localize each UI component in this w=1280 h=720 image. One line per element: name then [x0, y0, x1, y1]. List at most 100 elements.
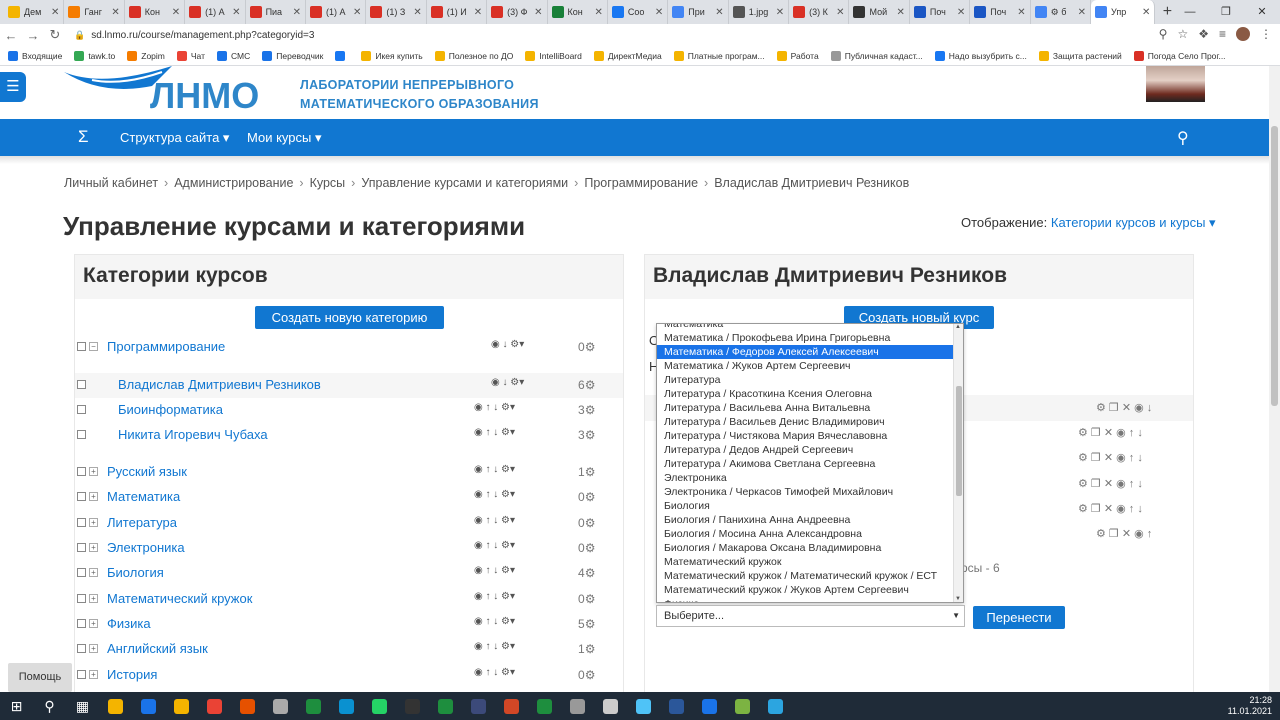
minimize-icon[interactable]: — — [1172, 0, 1208, 24]
category-name[interactable]: Математика — [107, 489, 180, 504]
bookmark-item[interactable]: СМС — [216, 50, 250, 61]
browser-tab[interactable]: Поч ✕ — [910, 0, 971, 24]
category-name[interactable]: История — [107, 667, 157, 682]
expand-toggle-icon[interactable]: + — [89, 670, 98, 679]
bookmark-item[interactable] — [335, 50, 349, 61]
category-checkbox[interactable] — [77, 594, 86, 603]
category-row[interactable]: + Русский язык ◉ ↑ ↓ ⚙▾ 1⚙ — [75, 460, 623, 485]
bookmark-item[interactable]: Погода Село Прог... — [1133, 50, 1226, 61]
tab-close-icon[interactable]: ✕ — [111, 7, 119, 18]
category-row[interactable]: + Математика ◉ ↑ ↓ ⚙▾ 0⚙ — [75, 485, 623, 510]
user-photo[interactable] — [1146, 66, 1205, 102]
browser-tab[interactable]: Кон ✕ — [125, 0, 186, 24]
taskbar-app-icon[interactable] — [726, 692, 759, 720]
category-actions[interactable]: ◉ ↑ ↓ ⚙▾ — [474, 489, 515, 500]
taskbar-app-icon[interactable] — [594, 692, 627, 720]
category-row[interactable]: + Литература ◉ ↑ ↓ ⚙▾ 0⚙ — [75, 511, 623, 536]
scroll-down-icon[interactable]: ▼ — [955, 596, 961, 602]
bookmark-item[interactable]: Публичная кадаст... — [830, 50, 923, 61]
tab-close-icon[interactable]: ✕ — [474, 7, 482, 18]
maximize-icon[interactable]: ❐ — [1208, 0, 1244, 24]
taskbar-app-icon[interactable] — [396, 692, 429, 720]
taskbar-app-icon[interactable] — [231, 692, 264, 720]
category-name[interactable]: Владислав Дмитриевич Резников — [118, 377, 321, 392]
breadcrumb-item[interactable]: Владислав Дмитриевич Резников — [714, 176, 909, 190]
course-row-actions[interactable]: ⚙ ❐ ✕ ◉ ↑ ↓ — [1078, 426, 1143, 439]
category-actions[interactable]: ◉ ↑ ↓ ⚙▾ — [474, 427, 515, 438]
category-checkbox[interactable] — [77, 619, 86, 628]
forward-icon[interactable]: → — [22, 28, 44, 43]
breadcrumb-item[interactable]: Личный кабинет — [64, 176, 158, 190]
category-actions[interactable]: ◉ ↑ ↓ ⚙▾ — [474, 641, 515, 652]
dropdown-option[interactable]: Биология / Мосина Анна Александровна — [657, 527, 954, 541]
taskbar-app-icon[interactable] — [495, 692, 528, 720]
browser-tab[interactable]: Ганг ✕ — [64, 0, 125, 24]
bookmark-item[interactable]: Входящие — [8, 50, 62, 61]
tab-close-icon[interactable]: ✕ — [413, 7, 421, 18]
category-actions[interactable]: ◉ ↑ ↓ ⚙▾ — [474, 591, 515, 602]
browser-tab[interactable]: (3) Ф ✕ — [487, 0, 548, 24]
dropdown-option[interactable]: Математика / Прокофьева Ирина Григорьевн… — [657, 331, 954, 345]
view-mode-select[interactable]: Категории курсов и курсы ▾ — [1051, 215, 1216, 230]
back-icon[interactable]: ← — [0, 28, 22, 43]
tab-close-icon[interactable]: ✕ — [172, 7, 180, 18]
category-select-dropdown[interactable]: Математика Математика / Прокофьева Ирина … — [656, 323, 964, 603]
category-checkbox[interactable] — [77, 430, 86, 439]
browser-tab[interactable]: Упр ✕ — [1091, 0, 1156, 24]
category-name[interactable]: Математический кружок — [107, 591, 252, 606]
expand-toggle-icon[interactable]: + — [89, 467, 98, 476]
taskbar-app-icon[interactable] — [99, 692, 132, 720]
expand-toggle-icon[interactable]: + — [89, 619, 98, 628]
category-checkbox[interactable] — [77, 467, 86, 476]
category-row[interactable]: + История ◉ ↑ ↓ ⚙▾ 0⚙ — [75, 663, 623, 688]
bookmark-item[interactable]: Полезное по ДО — [434, 50, 513, 61]
menu-my-courses[interactable]: Мои курсы ▾ — [247, 130, 321, 146]
taskbar-app-icon[interactable] — [363, 692, 396, 720]
tab-close-icon[interactable]: ✕ — [232, 7, 240, 18]
move-target-select[interactable]: Выберите... ▼ — [656, 605, 965, 627]
taskbar-app-icon[interactable] — [660, 692, 693, 720]
expand-toggle-icon[interactable]: + — [89, 518, 98, 527]
profile-avatar[interactable] — [1236, 27, 1250, 41]
dropdown-option[interactable]: Литература — [657, 373, 954, 387]
create-category-button[interactable]: Создать новую категорию — [255, 306, 444, 329]
dropdown-scrollbar[interactable]: ▲ ▼ — [953, 324, 963, 602]
bookmark-item[interactable]: Надо вызубрить с... — [934, 50, 1027, 61]
category-name[interactable]: Русский язык — [107, 464, 187, 479]
browser-tab[interactable]: 1.jpg ✕ — [729, 0, 790, 24]
expand-toggle-icon[interactable]: + — [89, 594, 98, 603]
dropdown-option[interactable]: Литература / Васильев Денис Владимирович — [657, 415, 954, 429]
sigma-icon[interactable]: Σ — [78, 127, 89, 147]
tab-close-icon[interactable]: ✕ — [957, 7, 965, 18]
dropdown-option[interactable]: Биология — [657, 499, 954, 513]
tab-close-icon[interactable]: ✕ — [715, 7, 723, 18]
category-row[interactable]: + Математический кружок ◉ ↑ ↓ ⚙▾ 0⚙ — [75, 587, 623, 612]
browser-tab[interactable]: Соо ✕ — [608, 0, 669, 24]
category-row[interactable]: + Английский язык ◉ ↑ ↓ ⚙▾ 1⚙ — [75, 637, 623, 662]
help-button[interactable]: Помощь — [8, 663, 72, 692]
course-row-actions[interactable]: ⚙ ❐ ✕ ◉ ↑ ↓ — [1078, 502, 1143, 515]
move-button[interactable]: Перенести — [973, 606, 1065, 629]
tab-close-icon[interactable]: ✕ — [51, 7, 59, 18]
close-window-icon[interactable]: ✕ — [1244, 0, 1280, 24]
dropdown-option[interactable]: Литература / Дедов Андрей Сергеевич — [657, 443, 954, 457]
browser-tab[interactable]: ⚙ б ✕ — [1031, 0, 1092, 24]
category-row[interactable]: − Программирование ◉ ↓ ⚙▾ 0⚙ — [75, 335, 623, 360]
bookmark-item[interactable]: Zopim — [127, 50, 165, 61]
category-actions[interactable]: ◉ ↑ ↓ ⚙▾ — [474, 402, 515, 413]
tab-close-icon[interactable]: ✕ — [595, 7, 603, 18]
browser-tab[interactable]: (3) К ✕ — [789, 0, 850, 24]
reading-list-icon[interactable]: ≡ — [1219, 27, 1226, 41]
taskbar-app-icon[interactable] — [693, 692, 726, 720]
category-checkbox[interactable] — [77, 518, 86, 527]
category-actions[interactable]: ◉ ↑ ↓ ⚙▾ — [474, 540, 515, 551]
taskbar-app-icon[interactable] — [132, 692, 165, 720]
bookmark-item[interactable]: Защита растений — [1038, 50, 1122, 61]
zoom-search-icon[interactable]: ⚲ — [1159, 27, 1168, 41]
category-checkbox[interactable] — [77, 568, 86, 577]
bookmark-item[interactable]: Икея купить — [361, 50, 423, 61]
browser-tab[interactable]: (1) З ✕ — [366, 0, 427, 24]
category-actions[interactable]: ◉ ↑ ↓ ⚙▾ — [474, 464, 515, 475]
dropdown-option[interactable]: Математический кружок / Жуков Артем Серг… — [657, 583, 954, 597]
taskbar-app-icon[interactable] — [429, 692, 462, 720]
